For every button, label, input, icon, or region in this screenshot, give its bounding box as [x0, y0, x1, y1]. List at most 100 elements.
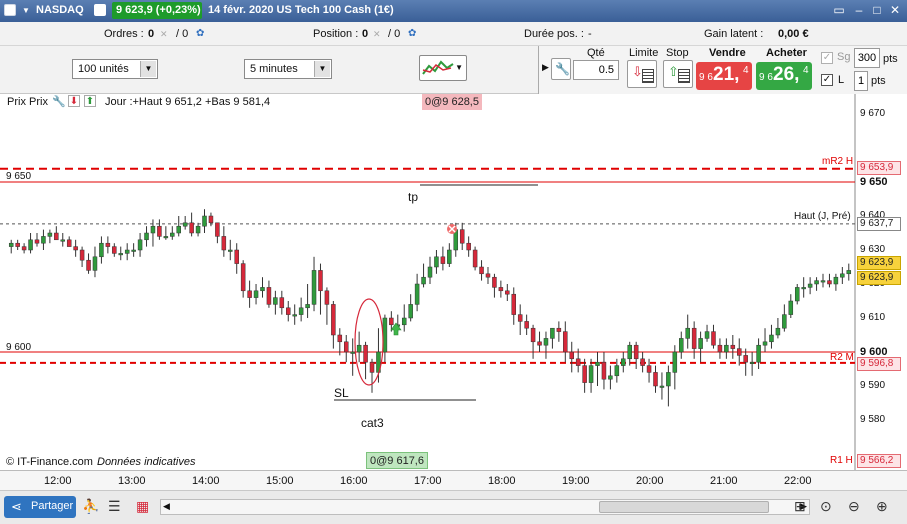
table-icon[interactable]: ▦ — [136, 498, 149, 515]
candle-body — [833, 276, 839, 285]
candle-body — [73, 246, 78, 251]
price-badge: 9 623,9 (+0,23%) — [112, 2, 202, 19]
candle-body — [775, 327, 781, 336]
candle-body — [672, 351, 678, 373]
candle-body — [691, 327, 697, 349]
candle-body — [369, 361, 375, 373]
position-total: / 0 — [388, 28, 401, 40]
interval-select[interactable]: 5 minutes ▼ — [244, 59, 332, 79]
l-input[interactable] — [854, 71, 868, 91]
chart-area[interactable]: Prix Prix 🔧 ⬇ ⬆ Jour :+Haut 9 651,2 +Bas… — [0, 94, 907, 470]
zoom-fit-icon[interactable]: ⊞ — [794, 498, 806, 515]
alert-icon[interactable] — [94, 4, 106, 16]
bottom-bar: ⋖ Partager ⛹ ☰ ▦ ◀ ▶ ⊞ ⊙ ⊖ ⊕ — [0, 490, 907, 524]
buy-button[interactable]: 9 6 26, 4 — [756, 62, 812, 90]
close-icon[interactable]: ✕ — [373, 29, 381, 40]
maximize-icon[interactable]: □ — [870, 3, 884, 17]
candle-body — [157, 225, 162, 237]
candle-body — [582, 365, 587, 383]
candle-body — [737, 348, 742, 356]
limit-order-button[interactable]: ⇩ — [627, 60, 657, 88]
candle-body — [253, 290, 259, 298]
checkbox-icon[interactable] — [4, 4, 16, 16]
candle-body — [711, 331, 716, 346]
gain-value: 0,00 € — [778, 28, 809, 40]
list-icon[interactable]: ☰ — [108, 498, 121, 515]
scrollbar-thumb[interactable] — [599, 501, 769, 513]
candle-body — [350, 351, 355, 354]
candle-body — [472, 249, 478, 268]
price-chart[interactable] — [0, 94, 907, 470]
sell-button[interactable]: 9 6 21, 4 — [696, 62, 752, 90]
collapse-arrow-icon[interactable]: ▶ — [542, 62, 549, 73]
share-button[interactable]: ⋖ Partager — [4, 496, 76, 518]
share-label: Partager — [31, 500, 74, 512]
time-tick: 21:00 — [710, 475, 738, 487]
candle-body — [189, 222, 194, 234]
candle-body — [208, 215, 214, 224]
buy-arrow-icon[interactable]: ⬆ — [84, 95, 96, 107]
disclaimer-text: Données indicatives — [97, 456, 196, 468]
candle-body — [807, 283, 813, 288]
close-icon[interactable]: ✕ — [160, 29, 168, 40]
chevron-down-icon[interactable]: ▼ — [455, 63, 463, 72]
zoom-in-icon[interactable]: ⊕ — [876, 498, 888, 515]
time-tick: 16:00 — [340, 475, 368, 487]
chart-scrollbar[interactable]: ◀ ▶ — [160, 499, 810, 515]
candle-body — [408, 304, 413, 319]
candle-body — [112, 246, 117, 254]
candle-body — [66, 239, 72, 247]
candle-body — [679, 338, 684, 353]
chevron-down-icon[interactable]: ▼ — [140, 61, 156, 77]
candle-body — [144, 232, 149, 241]
order-tag-top[interactable]: 0@9 628,5 — [422, 94, 482, 110]
indicator-button[interactable]: ▼ — [419, 55, 467, 81]
sell-arrow-icon[interactable]: ⬇ — [68, 95, 80, 107]
sg-checkbox[interactable]: ✓ — [821, 52, 833, 64]
candle-body — [653, 372, 658, 387]
close-icon[interactable]: ✕ — [888, 3, 902, 17]
qty-input[interactable] — [573, 60, 619, 80]
candle-body — [485, 273, 491, 278]
candle-body — [517, 314, 523, 322]
person-tool-icon[interactable]: ⛹ — [82, 498, 99, 515]
gear-icon[interactable]: ✿ — [196, 28, 204, 39]
chevron-down-icon[interactable]: ▼ — [314, 61, 330, 77]
sl-label: SL — [334, 386, 349, 400]
chevron-down-icon[interactable]: ▼ — [22, 6, 30, 15]
candle-body — [427, 266, 433, 278]
zoom-out-icon[interactable]: ⊖ — [848, 498, 860, 515]
wrench-button[interactable]: 🔧 — [551, 58, 571, 80]
order-tag-bottom[interactable]: 0@9 617,6 — [366, 452, 428, 469]
candle-body — [363, 344, 368, 363]
units-select[interactable]: 100 unités ▼ — [72, 59, 158, 79]
time-tick: 13:00 — [118, 475, 146, 487]
buy-price-prefix: 9 6 — [759, 72, 773, 83]
candle-body — [247, 290, 252, 298]
r1-label: R1 H — [830, 455, 853, 466]
candle-body — [788, 300, 794, 315]
instrument-name[interactable]: NASDAQ — [36, 4, 84, 16]
gear-icon[interactable]: ✿ — [408, 28, 416, 39]
candle-body — [163, 236, 169, 239]
time-tick: 14:00 — [192, 475, 220, 487]
candle-body — [434, 256, 439, 268]
scroll-left-icon[interactable]: ◀ — [163, 501, 170, 512]
candle-body — [60, 239, 66, 242]
l-checkbox[interactable]: ✓ — [821, 74, 833, 86]
candle-body — [801, 287, 806, 290]
l-label: L — [838, 74, 845, 86]
candle-body — [15, 242, 20, 247]
candle-body — [298, 307, 304, 315]
level-label-9600: 9 600 — [6, 342, 32, 353]
restore-icon[interactable]: ▭ — [832, 3, 846, 17]
zoom-reset-icon[interactable]: ⊙ — [820, 498, 832, 515]
sg-input[interactable] — [854, 48, 880, 68]
mr2-label: mR2 H — [822, 156, 854, 167]
price-tick: 9 610 — [860, 312, 886, 323]
wrench-icon[interactable]: 🔧 — [52, 95, 66, 108]
time-axis: 12:00 13:00 14:00 15:00 16:00 17:00 18:0… — [0, 470, 907, 490]
minimize-icon[interactable]: – — [852, 3, 866, 17]
stop-order-button[interactable]: ⇧ — [663, 60, 693, 88]
candle-body — [724, 344, 729, 353]
